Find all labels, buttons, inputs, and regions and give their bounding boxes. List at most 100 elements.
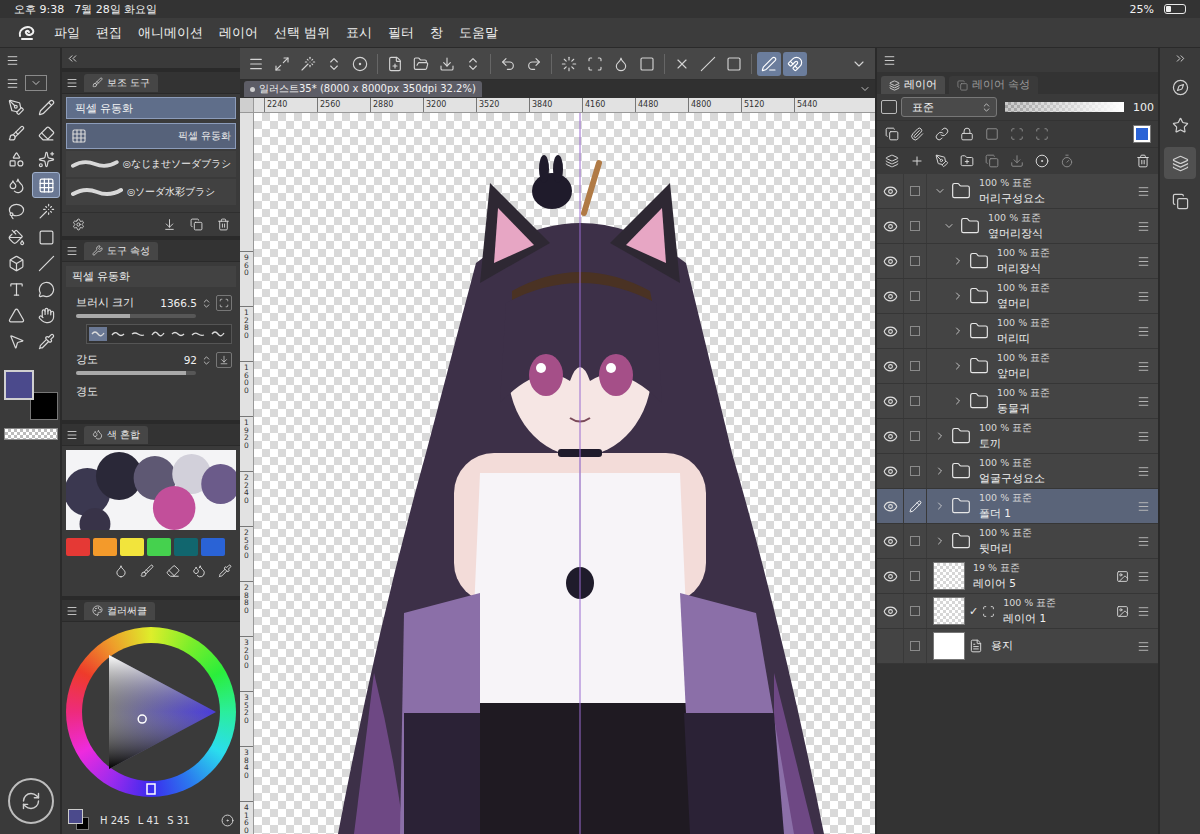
tool-button[interactable] — [2, 224, 30, 250]
layer-row[interactable]: 100 % 표준폴더 1 — [877, 489, 1158, 524]
expand-toggle[interactable] — [933, 430, 947, 442]
edit-target[interactable] — [903, 349, 927, 383]
expand-toggle[interactable] — [933, 500, 947, 512]
command-button[interactable] — [522, 52, 546, 76]
edit-target[interactable] — [903, 559, 927, 593]
layer-row[interactable]: 100 % 표준머리띠 — [877, 314, 1158, 349]
property-button[interactable] — [216, 295, 232, 311]
layer-row[interactable]: 100 % 표준동물귀 — [877, 384, 1158, 419]
command-button[interactable] — [670, 52, 694, 76]
tip-preset[interactable] — [109, 327, 127, 341]
opacity-slider[interactable] — [1005, 102, 1124, 112]
expand-toggle[interactable] — [942, 220, 956, 232]
menu-item[interactable]: 도움말 — [459, 24, 498, 42]
command-button[interactable] — [847, 52, 871, 76]
visibility-toggle[interactable] — [877, 219, 903, 234]
property-button[interactable] — [216, 352, 232, 368]
command-button[interactable] — [609, 52, 633, 76]
tool-button[interactable] — [32, 94, 60, 120]
edit-target[interactable] — [903, 209, 927, 243]
tool-button[interactable] — [32, 224, 60, 250]
color-swatch[interactable] — [201, 538, 225, 556]
color-wheel[interactable] — [66, 627, 236, 797]
property-value[interactable]: 1366.5 — [160, 297, 197, 309]
tip-preset[interactable] — [169, 327, 187, 341]
strip-button[interactable] — [1164, 71, 1196, 103]
command-button[interactable] — [461, 52, 485, 76]
panel-tab[interactable]: 보조 도구 — [84, 74, 158, 92]
expand-toggle[interactable] — [933, 465, 947, 477]
tool-button[interactable] — [32, 302, 60, 328]
tool-button[interactable] — [2, 94, 30, 120]
command-button[interactable] — [635, 52, 659, 76]
visibility-toggle[interactable] — [877, 184, 903, 199]
edit-target[interactable] — [903, 244, 927, 278]
panel-tab[interactable]: 색 혼합 — [84, 426, 148, 444]
edit-target[interactable] — [903, 594, 927, 628]
color-swatch[interactable] — [66, 538, 90, 556]
tool-button[interactable] — [2, 302, 30, 328]
command-button[interactable] — [696, 52, 720, 76]
visibility-toggle[interactable] — [877, 254, 903, 269]
command-button[interactable] — [722, 52, 746, 76]
edit-target[interactable] — [903, 279, 927, 313]
color-swatch[interactable] — [93, 538, 117, 556]
tool-button[interactable] — [32, 250, 60, 276]
transparent-color-chip[interactable] — [4, 428, 58, 440]
layer-row[interactable]: ✓100 % 표준레이어 1 — [877, 594, 1158, 629]
app-logo-icon[interactable] — [16, 24, 38, 42]
subtool-item[interactable]: 픽셀 유동화 — [66, 123, 236, 149]
tip-preset[interactable] — [89, 327, 107, 341]
expand-toggle[interactable] — [951, 290, 965, 302]
layer-row[interactable]: 100 % 표준옆머리장식 — [877, 209, 1158, 244]
strip-button[interactable] — [1164, 109, 1196, 141]
tool-button[interactable] — [32, 120, 60, 146]
layer-row[interactable]: 100 % 표준옆머리 — [877, 279, 1158, 314]
menu-item[interactable]: 편집 — [96, 24, 122, 42]
expand-toggle[interactable] — [951, 255, 965, 267]
tool-button[interactable] — [2, 120, 30, 146]
edit-target[interactable] — [903, 629, 927, 663]
tool-button[interactable] — [32, 328, 60, 354]
menu-item[interactable]: 표시 — [346, 24, 372, 42]
command-button[interactable] — [409, 52, 433, 76]
layer-row[interactable]: 100 % 표준토끼 — [877, 419, 1158, 454]
command-button[interactable] — [496, 52, 520, 76]
layer-row[interactable]: 100 % 표준뒷머리 — [877, 524, 1158, 559]
subtool-group[interactable]: 픽셀 유동화 — [66, 97, 236, 119]
layer-row[interactable]: 100 % 표준앞머리 — [877, 349, 1158, 384]
command-button[interactable] — [383, 52, 407, 76]
tip-preset[interactable] — [129, 327, 147, 341]
visibility-toggle[interactable] — [877, 499, 903, 514]
tool-button[interactable] — [2, 276, 30, 302]
edit-target[interactable] — [903, 314, 927, 348]
visibility-toggle[interactable] — [877, 429, 903, 444]
property-slider[interactable] — [76, 314, 196, 318]
layer-row[interactable]: 100 % 표준머리구성요소 — [877, 174, 1158, 209]
mini-main-color[interactable] — [68, 809, 83, 824]
property-slider[interactable] — [76, 371, 196, 375]
expand-toggle[interactable] — [951, 395, 965, 407]
command-button[interactable] — [348, 52, 372, 76]
tip-preset[interactable] — [189, 327, 207, 341]
blend-mode-select[interactable]: 표준 — [901, 97, 997, 117]
edit-target[interactable] — [903, 524, 927, 558]
visibility-toggle[interactable] — [877, 569, 903, 584]
menu-item[interactable]: 창 — [430, 24, 443, 42]
layer-tab[interactable]: 레이어 — [881, 76, 945, 94]
tool-button[interactable] — [2, 146, 30, 172]
tool-button[interactable] — [2, 198, 30, 224]
menu-item[interactable]: 레이어 — [219, 24, 258, 42]
menu-item[interactable]: 필터 — [388, 24, 414, 42]
property-value[interactable]: 92 — [184, 354, 197, 366]
tip-preset[interactable] — [149, 327, 167, 341]
layer-color-icon[interactable] — [1134, 126, 1150, 142]
edit-target[interactable] — [903, 454, 927, 488]
main-color-chip[interactable] — [4, 370, 34, 400]
tool-button[interactable] — [32, 146, 60, 172]
menu-item[interactable]: 선택 범위 — [274, 24, 330, 42]
command-button[interactable] — [296, 52, 320, 76]
command-button[interactable] — [244, 52, 268, 76]
tool-set-select[interactable] — [25, 75, 47, 91]
edit-target[interactable] — [903, 384, 927, 418]
